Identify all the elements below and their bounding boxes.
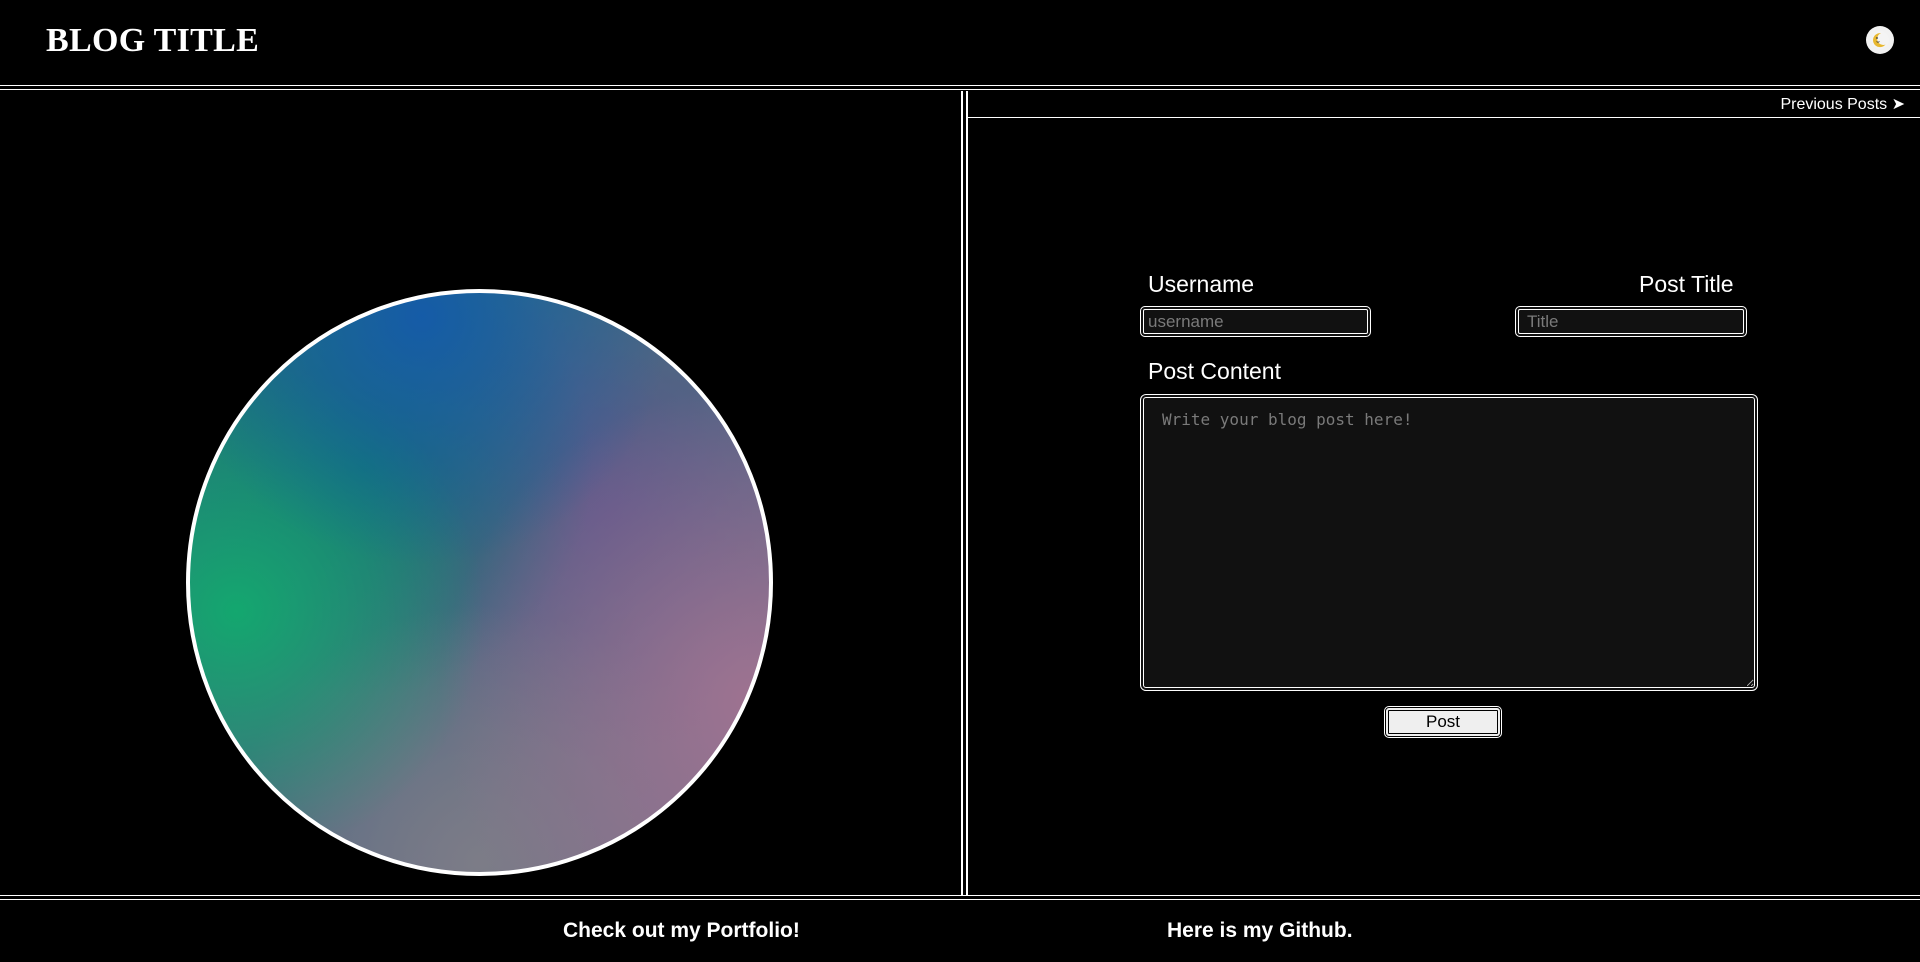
site-header: BLOG TITLE — [0, 0, 1920, 85]
footer-divider-inner — [0, 899, 1920, 900]
post-title-input[interactable] — [1515, 306, 1747, 337]
github-link[interactable]: Here is my Github. — [1167, 918, 1353, 944]
panel-divider-left — [961, 91, 963, 895]
nav-divider — [967, 117, 1920, 118]
portfolio-link[interactable]: Check out my Portfolio! — [563, 918, 800, 944]
post-title-label: Post Title — [1639, 271, 1734, 297]
moon-icon — [1871, 31, 1889, 49]
theme-toggle-button[interactable] — [1866, 26, 1894, 54]
blog-title: BLOG TITLE — [46, 22, 260, 59]
header-divider-outer — [0, 85, 1920, 86]
hero-panel — [0, 91, 961, 894]
header-divider-inner — [0, 89, 1920, 90]
footer-divider-outer — [0, 895, 1920, 896]
gradient-orb — [186, 289, 773, 876]
post-content-label: Post Content — [1148, 358, 1281, 384]
post-button[interactable]: Post — [1384, 706, 1502, 738]
post-content-textarea[interactable] — [1140, 394, 1758, 691]
username-label: Username — [1148, 271, 1255, 297]
username-input[interactable] — [1140, 306, 1371, 337]
previous-posts-link[interactable]: Previous Posts ➤ — [1780, 95, 1905, 115]
